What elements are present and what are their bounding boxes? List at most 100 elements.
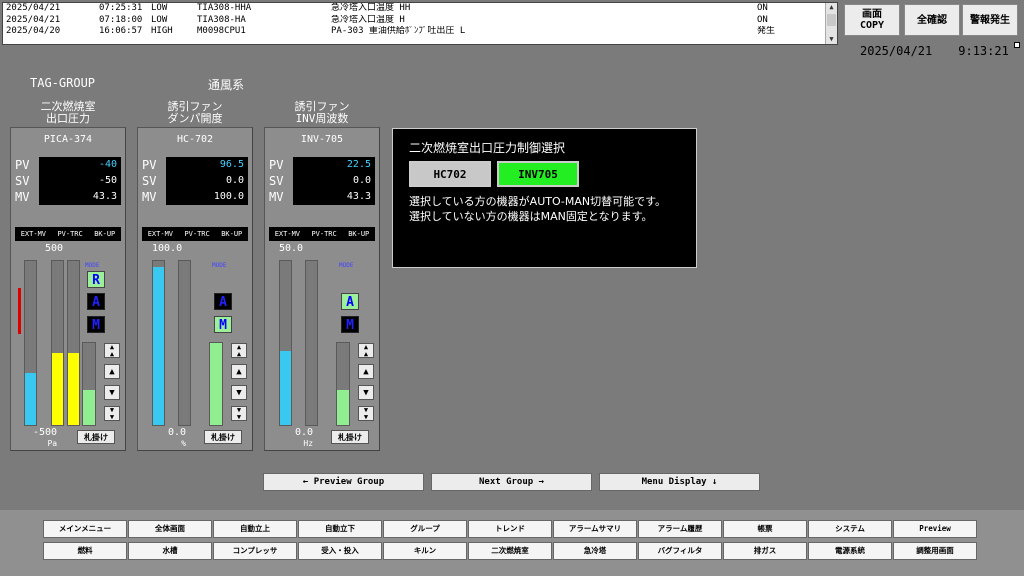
clock-time: 9:13:21 [958,44,1009,58]
menu-button[interactable]: 全体画面 [128,520,212,538]
alarm-level: LOW [151,14,168,25]
bar-fill [153,266,164,425]
menu-button[interactable]: 自動立上 [213,520,297,538]
level-bar [279,260,292,426]
menu-button[interactable]: 燃料 [43,542,127,560]
next-group-button[interactable]: Next Group → [431,473,592,491]
step-fast-up-button[interactable]: ▲ ▲ [231,343,247,358]
scroll-down-icon[interactable]: ▼ [826,35,837,44]
menu-button[interactable]: 二次燃焼室 [468,542,552,560]
step-up-button[interactable]: ▲ [358,364,374,379]
tag-panel-inv-705[interactable]: INV-705 PV 22.5 SV 0.0 MV 43.3 EXT-MV PV-TRC BK-U… [264,127,380,451]
screen-copy-button[interactable]: 画面 COPY [844,4,900,36]
tag-hang-button[interactable]: 札掛け [331,430,369,444]
menu-button[interactable]: トレンド [468,520,552,538]
hc702-select-button[interactable]: HC702 [409,161,491,187]
mode-a-button[interactable]: A [341,293,359,310]
step-fast-down-button[interactable]: ▼ ▼ [358,406,374,421]
menu-button[interactable]: 受入・投入 [298,542,382,560]
tag-panel-hc-702[interactable]: HC-702 PV 96.5 SV 0.0 MV 100.0 EXT-MV PV-TRC BK-U… [137,127,253,451]
pv-row: PV -40 [15,156,121,173]
menu-button[interactable]: バグフィルタ [638,542,722,560]
menu-button[interactable]: 排ガス [723,542,807,560]
menu-button[interactable]: キルン [383,542,467,560]
level-bar [24,260,37,426]
menu-button[interactable]: システム [808,520,892,538]
sv-value: 0.0 [293,172,375,189]
tag-panel-pica-374[interactable]: PICA-374 PV -40 SV -50 MV 43.3 EXT-MV PV-TRC BK-U… [10,127,126,451]
menu-button[interactable]: 急冷塔 [553,542,637,560]
preview-group-button[interactable]: ← Preview Group [263,473,424,491]
menu-button[interactable]: 帳票 [723,520,807,538]
scale-bottom: -500 [33,427,58,438]
mode-a-button[interactable]: A [87,293,105,310]
menu-button[interactable]: 電源系統 [808,542,892,560]
mv-label: MV [15,189,30,204]
panel-title: 二次燃焼室 出口圧力 [40,100,96,125]
mode-header-item: EXT-MV [147,230,174,238]
mode-m-button[interactable]: M [87,316,105,333]
bottom-menu-bar: メインメニュー 全体画面 自動立上 自動立下 グループ トレンド アラームサマリ アラーム履歴… [0,510,1024,576]
alarm-occurrence-button[interactable]: 警報発生 [962,4,1018,36]
step-up-button[interactable]: ▲ [104,364,120,379]
mv-value: 43.3 [293,188,375,205]
mv-value: 100.0 [166,188,248,205]
mode-header-item: BK-UP [94,230,116,238]
menu-button[interactable]: グループ [383,520,467,538]
bar-fill [52,352,63,425]
sv-value: -50 [39,172,121,189]
alarm-scrollbar[interactable]: ▲ ▼ [825,3,837,44]
pv-row: PV 96.5 [142,156,248,173]
step-down-button[interactable]: ▼ [231,385,247,400]
step-up-button[interactable]: ▲ [231,364,247,379]
alarm-log[interactable]: 2025/04/21 07:25:31 LOW TIA308-HHA 急冷塔入口温度 H… [2,2,838,45]
level-bar [51,260,64,426]
alarm-row[interactable]: 2025/04/20 16:06:57 HIGH M0098CPU1 PA-303 重油… [3,26,837,38]
menu-display-button[interactable]: Menu Display ↓ [599,473,760,491]
alarm-desc: PA-303 重油供給ﾎﾟﾝﾌﾟ吐出圧 L [331,26,466,36]
mv-bar [82,342,96,426]
mode-label: MODE [339,262,354,269]
menu-button[interactable]: Preview [893,520,977,538]
pv-value: 96.5 [166,156,248,173]
scale-top: 50.0 [279,243,304,254]
mv-bar [336,342,350,426]
scale-bottom-wrap: 0.0 Hz [295,428,313,449]
alarm-desc: 急冷塔入口温度 H [331,14,405,25]
mode-a-button[interactable]: A [214,293,232,310]
mode-m-button[interactable]: M [214,316,232,333]
scroll-thumb[interactable] [827,14,836,26]
menu-button[interactable]: アラーム履歴 [638,520,722,538]
alarm-row[interactable]: 2025/04/21 07:18:00 LOW TIA308-HA 急冷塔入口温度 H O… [3,15,837,27]
scroll-up-icon[interactable]: ▲ [826,3,837,12]
menu-button[interactable]: メインメニュー [43,520,127,538]
alarm-status: ON [757,14,768,25]
menu-button[interactable]: アラームサマリ [553,520,637,538]
bar-fill [25,372,36,425]
acknowledge-all-button[interactable]: 全確認 [904,4,960,36]
menu-button[interactable]: 自動立下 [298,520,382,538]
clock-date: 2025/04/21 [860,44,933,58]
step-down-button[interactable]: ▼ [104,385,120,400]
menu-button[interactable]: コンプレッサ [213,542,297,560]
menu-button[interactable]: 調整用画面 [893,542,977,560]
alarm-desc: 急冷塔入口温度 HH [331,3,411,13]
inv705-select-button[interactable]: INV705 [497,161,579,187]
tag-hang-button[interactable]: 札掛け [77,430,115,444]
level-bar [67,260,80,426]
mode-header-bar: EXT-MV PV-TRC BK-UP [269,227,375,241]
group-name-label: 通風系 [208,78,245,92]
tag-hang-button[interactable]: 札掛け [204,430,242,444]
mode-r-button[interactable]: R [87,271,105,288]
alarm-row[interactable]: 2025/04/21 07:25:31 LOW TIA308-HHA 急冷塔入口温度 H… [3,3,837,15]
step-fast-down-button[interactable]: ▼ ▼ [104,406,120,421]
menu-button[interactable]: 水槽 [128,542,212,560]
step-fast-down-button[interactable]: ▼ ▼ [231,406,247,421]
sv-label: SV [15,173,30,188]
mode-m-button[interactable]: M [341,316,359,333]
panel-title: 誘引ファン INV周波数 [294,100,350,125]
step-fast-up-button[interactable]: ▲ ▲ [104,343,120,358]
step-fast-up-button[interactable]: ▲ ▲ [358,343,374,358]
step-down-button[interactable]: ▼ [358,385,374,400]
mode-header-item: EXT-MV [20,230,47,238]
